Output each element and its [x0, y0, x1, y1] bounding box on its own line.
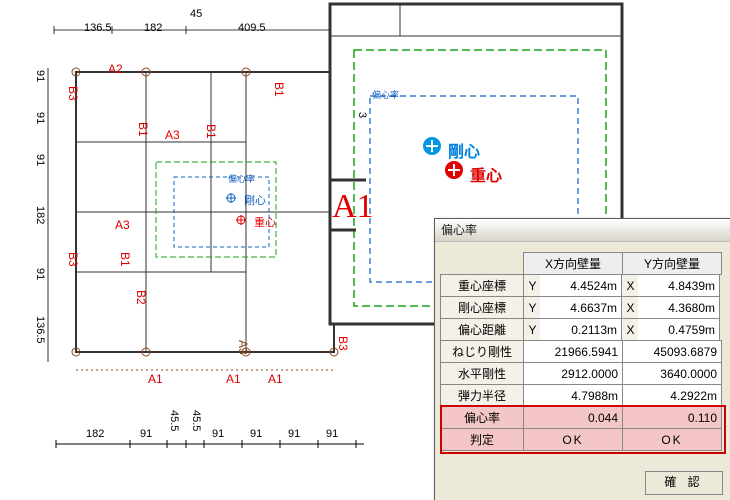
row-x-value: 21966.5941 [523, 340, 623, 363]
table-row: 偏心距離Y0.2113mX0.4759m [441, 319, 725, 341]
dim-l1: 91 [34, 70, 46, 82]
row-label: 偏心率 [440, 406, 524, 429]
ju-small: 重心 [254, 214, 276, 230]
gou-big-label: 剛心 [448, 138, 480, 162]
row-y-value: 4.2922m [622, 384, 722, 407]
dim-l6: 136.5 [34, 316, 46, 344]
row-x-value: OK [523, 428, 623, 451]
label-A2: A2 [108, 62, 123, 76]
table-row: 偏心率0.0440.110 [441, 407, 725, 429]
label-B3c: B3 [336, 336, 350, 351]
row-label: 水平剛性 [440, 362, 524, 385]
row-x-value: 4.6637m [540, 296, 622, 319]
row-x-value: 4.4524m [540, 274, 622, 297]
table-row: 重心座標Y4.4524mX4.8439m [441, 275, 725, 297]
table-row: 剛心座標Y4.6637mX4.3680m [441, 297, 725, 319]
dim-top-1: 136.5 [84, 22, 112, 34]
label-B3b: B3 [66, 252, 80, 267]
row-y-value: 0.110 [622, 406, 722, 429]
right-small-3: 3 [356, 112, 368, 118]
label-A1b: A1 [226, 372, 241, 386]
row-y-axis: X [621, 318, 639, 341]
row-x-value: 0.2113m [540, 318, 622, 341]
label-A3c: A3 [236, 340, 250, 355]
row-label: ねじり剛性 [440, 340, 524, 363]
row-label: 偏心距離 [440, 318, 524, 341]
row-y-value: 45093.6879 [622, 340, 722, 363]
dim-l5: 91 [34, 268, 46, 280]
row-y-value: 4.8439m [638, 274, 720, 297]
row-x-value: 4.7988m [523, 384, 623, 407]
row-y-value: OK [622, 428, 722, 451]
label-A1c: A1 [268, 372, 283, 386]
row-y-value: 3640.0000 [622, 362, 722, 385]
row-label: 重心座標 [440, 274, 524, 297]
row-y-axis: X [621, 274, 639, 297]
table-row: 弾力半径4.7988m4.2922m [441, 385, 725, 407]
row-x-value: 0.044 [523, 406, 623, 429]
label-A3b: A3 [115, 218, 130, 232]
dim-b4: 45.5 [190, 410, 202, 431]
table-row: 水平剛性2912.00003640.0000 [441, 363, 725, 385]
row-label: 剛心座標 [440, 296, 524, 319]
row-y-value: 4.3680m [638, 296, 720, 319]
row-x-value: 2912.0000 [523, 362, 623, 385]
table-row: 判定OKOK [441, 429, 725, 451]
row-y-value: 0.4759m [638, 318, 720, 341]
col-y-header: Y方向壁量 [622, 252, 722, 275]
row-y-axis: X [621, 296, 639, 319]
dim-b3: 45.5 [168, 410, 180, 431]
gou-small: 剛心 [244, 192, 266, 208]
confirm-button[interactable]: 確 認 [645, 471, 723, 495]
label-B1c: B1 [136, 122, 150, 137]
label-B3a: B3 [66, 86, 80, 101]
dialog-title: 偏心率 [435, 219, 730, 242]
label-A1a: A1 [148, 372, 163, 386]
dim-top-3: 409.5 [238, 22, 266, 34]
henshin-small: 偏心率 [228, 172, 255, 185]
dim-l4: 182 [34, 206, 46, 224]
row-x-axis: Y [523, 296, 541, 319]
eccentricity-table: X方向壁量 Y方向壁量 重心座標Y4.4524mX4.8439m剛心座標Y4.6… [441, 253, 725, 451]
label-B1d: B1 [118, 252, 132, 267]
label-A3a: A3 [165, 128, 180, 142]
row-label: 判定 [440, 428, 524, 451]
row-x-axis: Y [523, 274, 541, 297]
col-x-header: X方向壁量 [523, 252, 623, 275]
big-A1: A1 [332, 188, 374, 226]
label-B1a: B1 [272, 82, 286, 97]
eccentricity-dialog: 偏心率 X方向壁量 Y方向壁量 重心座標Y4.4524mX4.8439m剛心座標… [434, 218, 730, 500]
label-B1b: B1 [204, 124, 218, 139]
floorplan-left [46, 22, 356, 402]
label-B2: B2 [134, 290, 148, 305]
row-label: 弾力半径 [440, 384, 524, 407]
row-x-axis: Y [523, 318, 541, 341]
henshin-right: 偏心率 [372, 88, 399, 101]
table-row: ねじり剛性21966.594145093.6879 [441, 341, 725, 363]
ju-big-label: 重心 [470, 162, 502, 186]
dim-l3: 91 [34, 154, 46, 166]
dim-top-2: 182 [144, 22, 162, 34]
dim-l2: 91 [34, 112, 46, 124]
dim-top-4: 45 [190, 8, 202, 20]
